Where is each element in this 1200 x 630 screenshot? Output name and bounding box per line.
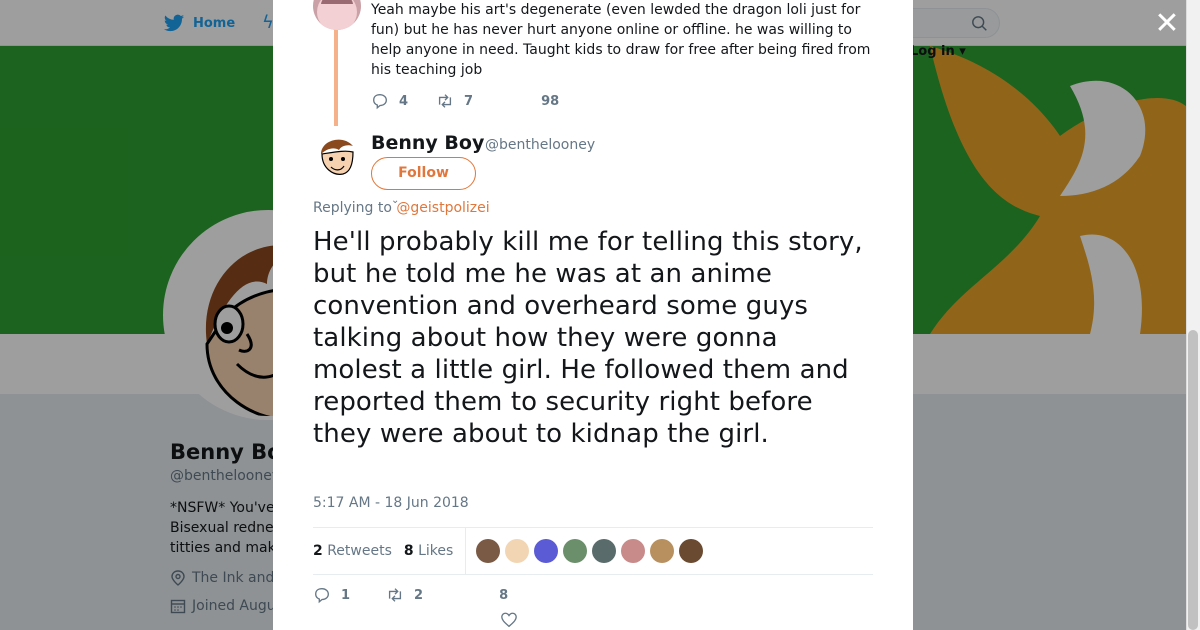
retweet-button[interactable]: 2 — [386, 586, 423, 604]
like-stat-label: Likes — [418, 543, 454, 559]
tweet-stats: 2 Retweets 8 Likes — [313, 528, 873, 574]
replying-prefix: Replying to — [313, 200, 392, 216]
liker-avatar[interactable] — [563, 539, 588, 563]
reply-count: 4 — [399, 93, 409, 109]
retweet-count: 7 — [464, 93, 474, 109]
previous-tweet-text: Yeah maybe his art's degenerate (even le… — [371, 2, 871, 78]
like-count: 98 — [541, 93, 560, 109]
like-stat-count: 8 — [403, 543, 414, 559]
author-avatar[interactable] — [313, 132, 361, 180]
author-handle[interactable]: @benthelooney — [485, 137, 595, 153]
retweet-stat[interactable]: 2 Retweets — [313, 543, 392, 559]
close-icon[interactable]: ✕ — [1153, 9, 1181, 39]
page-scrollbar[interactable] — [1186, 0, 1200, 630]
replying-to: Replying to @geistpolizei — [313, 200, 490, 216]
follow-button[interactable]: Follow — [371, 157, 476, 190]
liker-avatar[interactable] — [679, 539, 704, 563]
liker-avatar[interactable] — [621, 539, 646, 563]
retweet-button[interactable]: 7 — [436, 92, 473, 110]
reply-button[interactable]: 4 — [371, 92, 408, 110]
previous-tweet-avatar[interactable] — [313, 0, 361, 30]
tweet-actions: 1 2 8 — [313, 586, 544, 604]
retweet-stat-label: Retweets — [327, 543, 392, 559]
replying-handle-link[interactable]: @geistpolizei — [396, 200, 489, 216]
reply-count: 1 — [341, 587, 351, 603]
retweet-count: 2 — [414, 587, 424, 603]
scrollbar-thumb[interactable] — [1188, 330, 1198, 630]
reply-icon — [315, 588, 329, 604]
retweet-icon — [438, 94, 452, 108]
like-button[interactable]: 98 — [541, 94, 559, 109]
heart-icon[interactable] — [500, 611, 518, 629]
author-name[interactable]: Benny Boy — [371, 132, 484, 154]
reply-icon — [373, 94, 387, 110]
divider — [313, 574, 873, 575]
stats-separator — [465, 528, 467, 574]
liker-avatars — [476, 539, 704, 563]
like-stat[interactable]: 8 Likes — [404, 543, 453, 559]
thread-connector-line — [334, 30, 338, 126]
liker-avatar[interactable] — [505, 539, 530, 563]
tweet-modal: Yeah maybe his art's degenerate (even le… — [273, 0, 913, 630]
like-count: 8 — [499, 587, 509, 603]
tweet-text: He'll probably kill me for telling this … — [313, 227, 863, 449]
liker-avatar[interactable] — [476, 539, 501, 563]
previous-tweet-actions: 4 7 98 — [371, 92, 587, 110]
like-button[interactable]: 8 — [499, 588, 508, 603]
tweet-timestamp[interactable]: 5:17 AM - 18 Jun 2018 — [313, 495, 469, 511]
liker-avatar[interactable] — [592, 539, 617, 563]
retweet-stat-count: 2 — [313, 543, 323, 559]
liker-avatar[interactable] — [534, 539, 559, 563]
liker-avatar[interactable] — [650, 539, 675, 563]
reply-button[interactable]: 1 — [313, 586, 350, 604]
retweet-icon — [388, 588, 402, 602]
